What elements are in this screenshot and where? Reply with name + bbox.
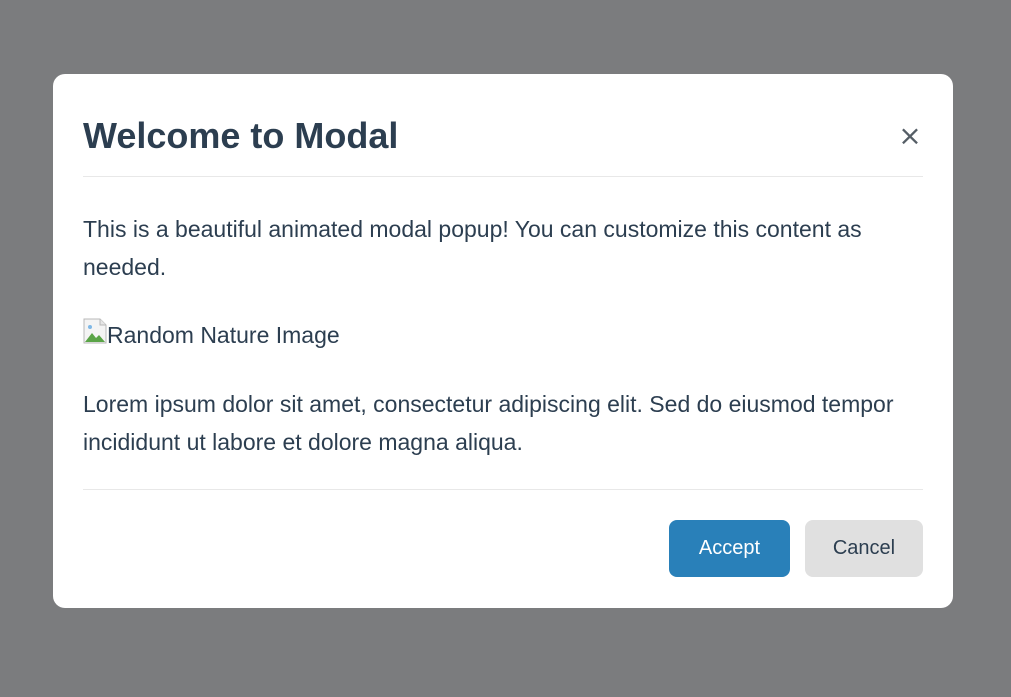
body-text: Lorem ipsum dolor sit amet, consectetur … xyxy=(83,391,894,455)
image-alt-text: Random Nature Image xyxy=(107,322,340,348)
intro-text: This is a beautiful animated modal popup… xyxy=(83,216,862,280)
nature-image: Random Nature Image xyxy=(83,315,340,355)
modal-header: Welcome to Modal × xyxy=(83,74,923,177)
modal-body: This is a beautiful animated modal popup… xyxy=(83,177,923,490)
modal-footer: Accept Cancel xyxy=(83,490,923,608)
cancel-button[interactable]: Cancel xyxy=(805,520,923,577)
modal-dialog: Welcome to Modal × This is a beautiful a… xyxy=(53,74,953,608)
broken-image-icon xyxy=(83,318,107,344)
close-icon[interactable]: × xyxy=(897,122,923,150)
accept-button[interactable]: Accept xyxy=(669,520,790,577)
modal-title: Welcome to Modal xyxy=(83,115,399,156)
